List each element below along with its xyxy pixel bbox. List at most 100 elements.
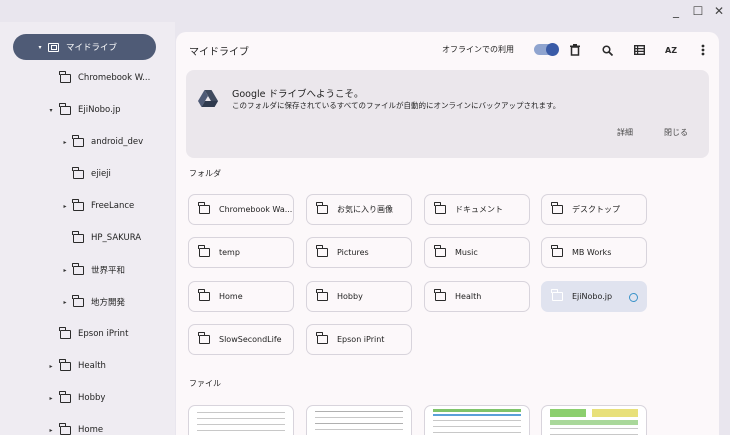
expand-arrow-icon[interactable]: ▸ [46, 395, 56, 402]
folder-chip[interactable]: Music [424, 237, 530, 268]
folder-icon [59, 70, 71, 83]
folder-icon [198, 202, 210, 214]
expand-arrow-icon[interactable]: ▸ [60, 267, 70, 274]
folder-name: デスクトップ [572, 205, 620, 214]
folder-icon [59, 390, 71, 403]
sidebar-item-label: 世界平和 [91, 266, 126, 276]
minimize-button[interactable]: _ [667, 3, 685, 19]
folder-chip-selected[interactable]: EjiNobo.jp [541, 281, 647, 312]
expand-arrow-icon[interactable]: ▸ [46, 427, 56, 434]
sidebar-item-ejinobo[interactable]: ▾ EjiNobo.jp [46, 97, 121, 123]
folder-icon [72, 198, 84, 211]
maximize-button[interactable]: ☐ [689, 3, 707, 19]
file-thumbnail[interactable] [188, 405, 294, 435]
file-thumbnail[interactable] [424, 405, 530, 435]
expand-arrow-icon[interactable]: ▸ [60, 139, 70, 146]
search-icon[interactable] [598, 41, 616, 59]
sidebar-item-health[interactable]: ▸ Health [46, 353, 106, 379]
folder-name: temp [219, 248, 240, 257]
sidebar-item-label: android_dev [91, 137, 144, 147]
sidebar-item-label: ejieji [91, 169, 111, 179]
sidebar: ▾ マイドライブ Chromebook W... ▾ EjiNobo.jp ▸ … [0, 22, 175, 435]
offline-toggle[interactable] [534, 43, 559, 56]
folder-name: Pictures [337, 248, 369, 257]
sidebar-item-label: Health [78, 361, 106, 371]
folder-icon [72, 230, 84, 243]
file-thumbnail[interactable] [541, 405, 647, 435]
folder-name: EjiNobo.jp [572, 292, 613, 301]
sidebar-item-label: EjiNobo.jp [78, 105, 121, 115]
sidebar-item-epson-iprint[interactable]: Epson iPrint [59, 321, 129, 347]
folder-icon [434, 202, 446, 214]
sidebar-item-home[interactable]: ▸ Home [46, 417, 103, 435]
expand-arrow-icon[interactable]: ▾ [35, 44, 45, 51]
sidebar-item-hobby[interactable]: ▸ Hobby [46, 385, 105, 411]
folder-icon [551, 245, 563, 257]
trash-icon[interactable] [566, 41, 584, 59]
folder-chip[interactable]: MB Works [541, 237, 647, 268]
main-panel: マイドライブ オフラインでの利用 AZ Google ドライブへようこそ。 この… [176, 32, 719, 435]
sidebar-item-label: 地方開発 [91, 298, 126, 308]
sort-az-icon[interactable]: AZ [662, 41, 680, 59]
folder-chip[interactable]: Epson iPrint [306, 324, 412, 355]
sidebar-item-android-dev[interactable]: ▸ android_dev [60, 129, 143, 155]
sidebar-item-chiho-kaihatsu[interactable]: ▸ 地方開発 [60, 289, 125, 315]
file-thumbnail[interactable] [306, 405, 412, 435]
sidebar-item-label: HP_SAKURA [91, 233, 142, 243]
details-button[interactable]: 詳細 [617, 127, 633, 138]
folder-icon [198, 245, 210, 257]
dismiss-button[interactable]: 閉じる [664, 127, 688, 138]
folder-name: ドキュメント [455, 205, 503, 214]
welcome-banner: Google ドライブへようこそ。 このフォルダに保存されているすべてのファイル… [186, 70, 709, 158]
sidebar-item-chromebook[interactable]: Chromebook W... [59, 65, 151, 91]
folder-chip[interactable]: Home [188, 281, 294, 312]
sidebar-item-label: FreeLance [91, 201, 135, 211]
folder-name: お気に入り画像 [337, 205, 393, 214]
sidebar-item-label: Epson iPrint [78, 329, 129, 339]
folder-icon [316, 202, 328, 214]
folder-name: Chromebook Wa... [219, 205, 293, 214]
sidebar-item-label: Chromebook W... [78, 73, 151, 83]
folders-section-label: フォルダ [189, 169, 221, 178]
folder-icon [551, 289, 563, 301]
folder-name: Hobby [337, 292, 363, 301]
expand-arrow-icon[interactable]: ▸ [60, 203, 70, 210]
list-view-icon[interactable] [630, 41, 648, 59]
folder-icon [316, 289, 328, 301]
folder-name: Home [219, 292, 243, 301]
folder-name: Health [455, 292, 482, 301]
sidebar-item-hp-sakura[interactable]: HP_SAKURA [72, 225, 142, 251]
toggle-knob [546, 43, 559, 56]
folder-chip[interactable]: Pictures [306, 237, 412, 268]
expand-arrow-icon[interactable]: ▸ [60, 299, 70, 306]
folder-chip[interactable]: デスクトップ [541, 194, 647, 225]
close-window-button[interactable]: ✕ [710, 3, 728, 19]
sidebar-item-sekai-heiwa[interactable]: ▸ 世界平和 [60, 257, 125, 283]
folder-name: Music [455, 248, 478, 257]
expand-arrow-icon[interactable]: ▾ [46, 107, 56, 114]
folder-icon [72, 294, 84, 307]
folder-chip[interactable]: SlowSecondLife [188, 324, 294, 355]
folder-icon [434, 289, 446, 301]
folder-name: Epson iPrint [337, 335, 385, 344]
sidebar-item-my-drive[interactable]: ▾ マイドライブ [13, 34, 156, 60]
folder-chip[interactable]: Health [424, 281, 530, 312]
sidebar-item-ejieji[interactable]: ejieji [72, 161, 111, 187]
folder-chip[interactable]: Chromebook Wa... [188, 194, 294, 225]
sidebar-item-label: Hobby [78, 393, 106, 403]
folder-icon [59, 326, 71, 339]
banner-title: Google ドライブへようこそ。 [232, 89, 364, 100]
google-drive-icon [198, 90, 218, 112]
title-bar: _ ☐ ✕ [0, 0, 730, 22]
folder-chip[interactable]: ドキュメント [424, 194, 530, 225]
more-vert-icon[interactable] [694, 41, 712, 59]
folder-chip[interactable]: Hobby [306, 281, 412, 312]
folder-icon [72, 166, 84, 179]
folder-icon [434, 245, 446, 257]
files-section-label: ファイル [189, 379, 221, 388]
sidebar-item-freelance[interactable]: ▸ FreeLance [60, 193, 134, 219]
banner-text: このフォルダに保存されているすべてのファイルが自動的にオンラインにバックアップさ… [232, 101, 561, 110]
folder-chip[interactable]: temp [188, 237, 294, 268]
expand-arrow-icon[interactable]: ▸ [46, 363, 56, 370]
folder-chip[interactable]: お気に入り画像 [306, 194, 412, 225]
